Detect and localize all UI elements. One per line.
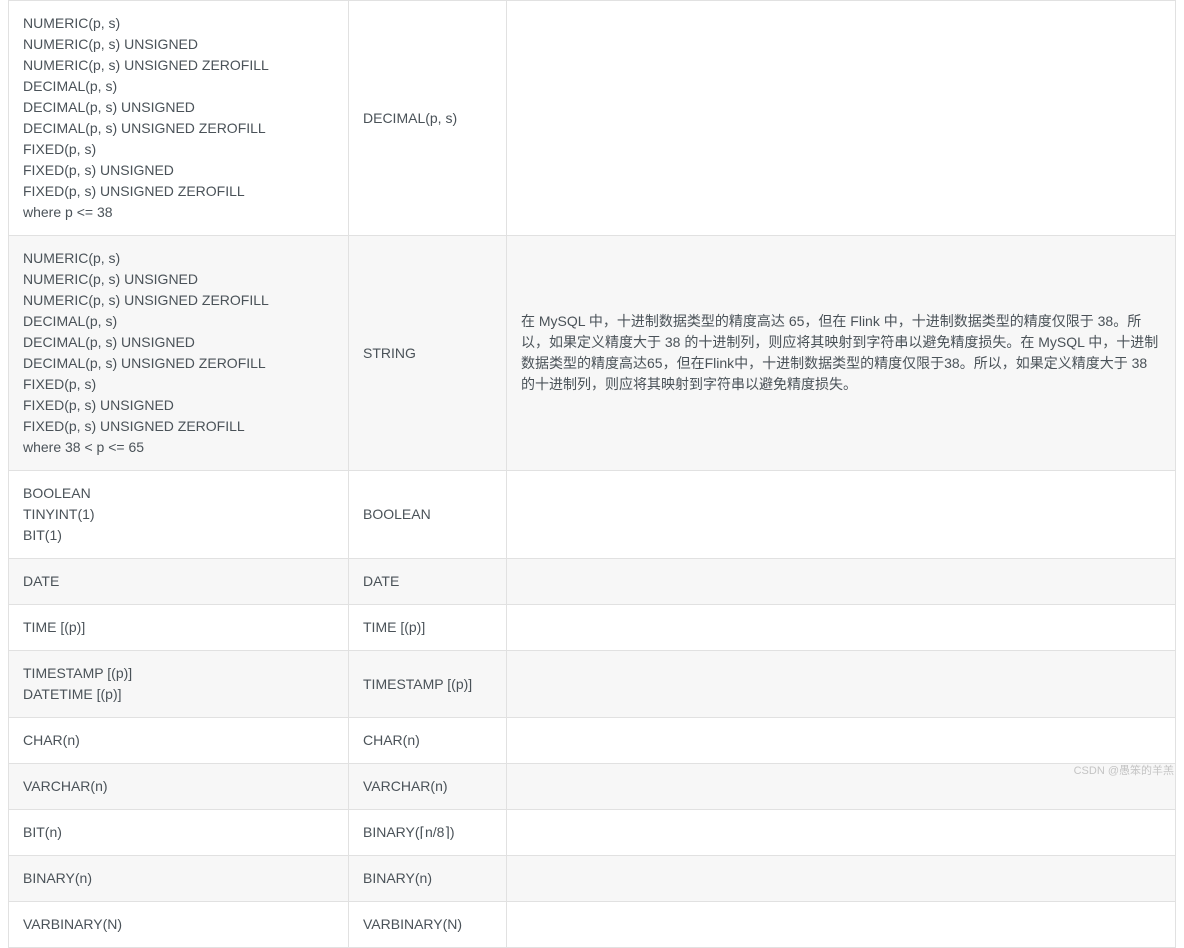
type-mapping-table-container: NUMERIC(p, s) NUMERIC(p, s) UNSIGNED NUM… [0, 0, 1184, 948]
table-row: DATEDATE [9, 559, 1176, 605]
flink-type-cell: BOOLEAN [349, 471, 507, 559]
table-row: BOOLEAN TINYINT(1) BIT(1)BOOLEAN [9, 471, 1176, 559]
mysql-type-cell: BIT(n) [9, 810, 349, 856]
mysql-type-cell: VARCHAR(n) [9, 764, 349, 810]
flink-type-cell: CHAR(n) [349, 718, 507, 764]
flink-type-cell: TIMESTAMP [(p)] [349, 651, 507, 718]
note-cell [507, 605, 1176, 651]
mysql-type-cell: TIMESTAMP [(p)] DATETIME [(p)] [9, 651, 349, 718]
watermark: CSDN @愚笨的羊羔 [1074, 762, 1174, 778]
note-cell [507, 810, 1176, 856]
mysql-type-cell: BOOLEAN TINYINT(1) BIT(1) [9, 471, 349, 559]
table-row: VARBINARY(N)VARBINARY(N) [9, 902, 1176, 948]
note-cell [507, 651, 1176, 718]
table-row: VARCHAR(n)VARCHAR(n) [9, 764, 1176, 810]
note-cell [507, 471, 1176, 559]
mysql-type-cell: BINARY(n) [9, 856, 349, 902]
note-cell [507, 902, 1176, 948]
mysql-type-cell: VARBINARY(N) [9, 902, 349, 948]
note-cell: 在 MySQL 中，十进制数据类型的精度高达 65，但在 Flink 中，十进制… [507, 236, 1176, 471]
note-cell [507, 559, 1176, 605]
mysql-type-cell: NUMERIC(p, s) NUMERIC(p, s) UNSIGNED NUM… [9, 1, 349, 236]
mysql-type-cell: CHAR(n) [9, 718, 349, 764]
table-row: NUMERIC(p, s) NUMERIC(p, s) UNSIGNED NUM… [9, 1, 1176, 236]
flink-type-cell: TIME [(p)] [349, 605, 507, 651]
flink-type-cell: VARBINARY(N) [349, 902, 507, 948]
table-body: NUMERIC(p, s) NUMERIC(p, s) UNSIGNED NUM… [9, 1, 1176, 948]
table-row: TIME [(p)]TIME [(p)] [9, 605, 1176, 651]
table-row: NUMERIC(p, s) NUMERIC(p, s) UNSIGNED NUM… [9, 236, 1176, 471]
flink-type-cell: BINARY(⌈n/8⌉) [349, 810, 507, 856]
mysql-type-cell: DATE [9, 559, 349, 605]
note-cell [507, 718, 1176, 764]
flink-type-cell: STRING [349, 236, 507, 471]
table-row: BINARY(n)BINARY(n) [9, 856, 1176, 902]
note-cell [507, 1, 1176, 236]
table-row: BIT(n)BINARY(⌈n/8⌉) [9, 810, 1176, 856]
table-row: CHAR(n)CHAR(n) [9, 718, 1176, 764]
mysql-type-cell: TIME [(p)] [9, 605, 349, 651]
mysql-type-cell: NUMERIC(p, s) NUMERIC(p, s) UNSIGNED NUM… [9, 236, 349, 471]
flink-type-cell: BINARY(n) [349, 856, 507, 902]
flink-type-cell: DATE [349, 559, 507, 605]
table-row: TIMESTAMP [(p)] DATETIME [(p)]TIMESTAMP … [9, 651, 1176, 718]
flink-type-cell: VARCHAR(n) [349, 764, 507, 810]
type-mapping-table: NUMERIC(p, s) NUMERIC(p, s) UNSIGNED NUM… [8, 0, 1176, 948]
flink-type-cell: DECIMAL(p, s) [349, 1, 507, 236]
note-cell [507, 856, 1176, 902]
